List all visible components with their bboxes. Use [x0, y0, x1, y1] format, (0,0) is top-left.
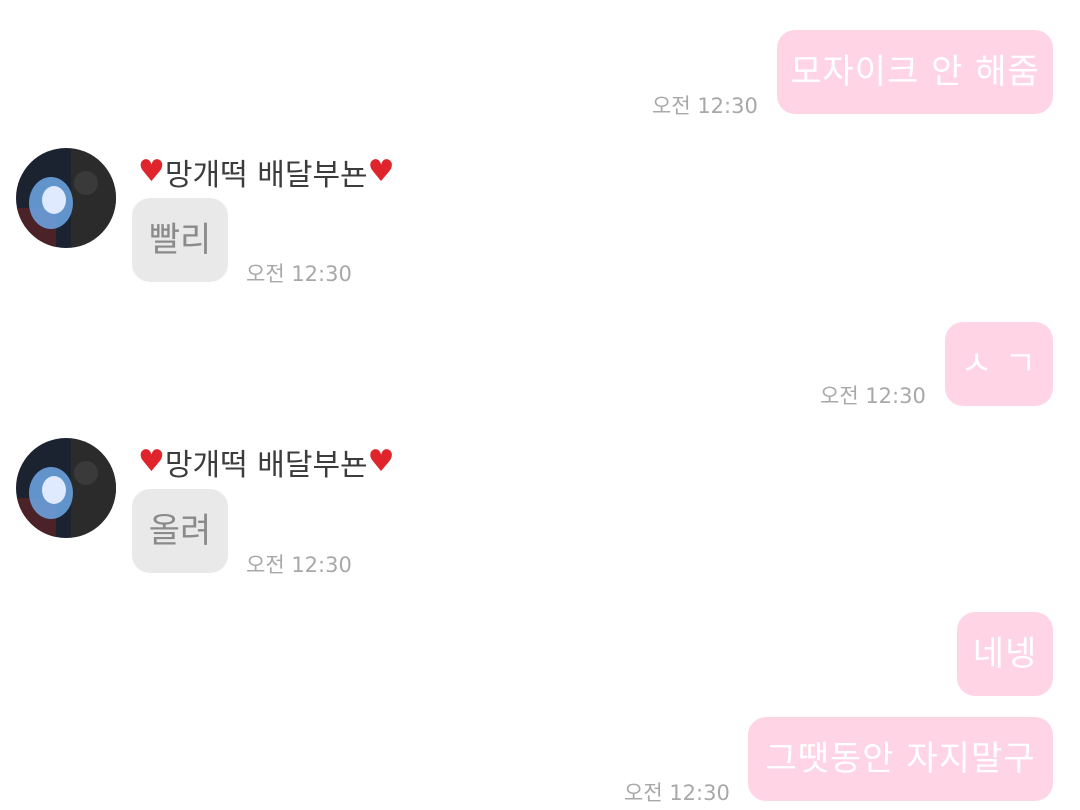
message-timestamp: 오전 12:30: [624, 781, 730, 805]
outgoing-message-bubble[interactable]: 모자이크 안 해줌: [777, 30, 1053, 114]
heart-icon: ♥: [367, 154, 395, 189]
outgoing-message-bubble[interactable]: ㅅ ㄱ: [945, 322, 1053, 406]
incoming-message-bubble[interactable]: 올려: [132, 489, 228, 573]
outgoing-message-bubble[interactable]: 네넹: [957, 612, 1053, 696]
sender-name-text: 망개떡 배달부뇬: [164, 448, 368, 483]
heart-icon: ♥: [367, 444, 395, 479]
message-timestamp: 오전 12:30: [246, 553, 352, 577]
sender-name: ♥ 망개떡 배달부뇬 ♥: [138, 440, 395, 484]
message-text: 그땟동안 자지말구: [765, 739, 1036, 779]
outgoing-message-bubble[interactable]: 그땟동안 자지말구: [748, 717, 1053, 801]
message-timestamp: 오전 12:30: [246, 262, 352, 286]
sender-name: ♥ 망개떡 배달부뇬 ♥: [138, 150, 395, 194]
sender-avatar[interactable]: [16, 148, 116, 248]
heart-icon: ♥: [138, 154, 165, 189]
message-timestamp: 오전 12:30: [820, 384, 926, 408]
message-timestamp: 오전 12:30: [652, 94, 758, 118]
message-text: 네넹: [972, 634, 1038, 674]
incoming-message-bubble[interactable]: 빨리: [132, 198, 228, 282]
avatar-image: [16, 148, 116, 248]
message-text: 모자이크 안 해줌: [790, 52, 1040, 92]
message-text: ㅅ ㄱ: [960, 344, 1038, 384]
sender-name-text: 망개떡 배달부뇬: [164, 158, 368, 193]
heart-icon: ♥: [138, 444, 165, 479]
message-text: 올려: [148, 511, 212, 551]
avatar-image: [16, 438, 116, 538]
message-text: 빨리: [148, 220, 212, 260]
sender-avatar[interactable]: [16, 438, 116, 538]
